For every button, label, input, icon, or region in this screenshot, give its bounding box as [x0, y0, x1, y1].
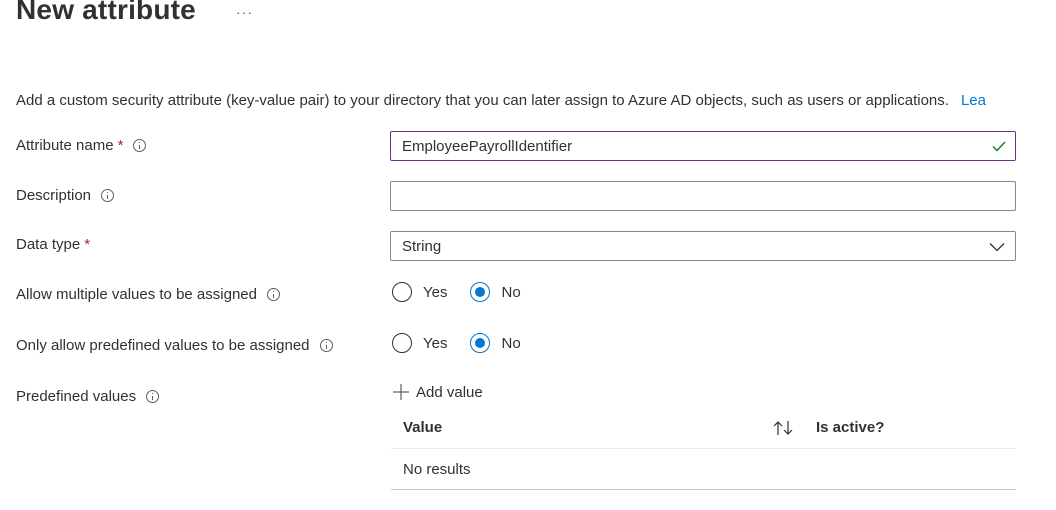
sort-icon[interactable]	[772, 420, 794, 436]
allow-multiple-label: Allow multiple values to be assigned	[16, 286, 280, 303]
add-value-button[interactable]: Add value	[392, 383, 483, 401]
info-icon[interactable]	[133, 139, 147, 152]
radio-label: Yes	[423, 334, 448, 352]
more-options-icon[interactable]: ···	[236, 4, 253, 20]
required-asterisk: *	[117, 137, 124, 154]
radio-label: No	[501, 334, 521, 352]
column-header-is-active[interactable]: Is active?	[816, 419, 884, 436]
attribute-name-label: Attribute name *	[16, 137, 147, 154]
radio-checked-icon	[470, 282, 491, 302]
check-icon	[992, 141, 1006, 152]
required-asterisk: *	[84, 236, 91, 253]
data-type-label-text: Data type	[16, 236, 81, 253]
page-title: New attribute	[16, 0, 196, 25]
info-icon[interactable]	[319, 339, 333, 352]
radio-label: No	[501, 283, 521, 301]
radio-unchecked-icon	[392, 282, 412, 302]
description-label: Description	[16, 187, 115, 204]
description-label-text: Description	[16, 187, 92, 204]
no-results-text: No results	[403, 461, 471, 478]
only-predefined-radio-group: Yes No	[392, 333, 544, 353]
radio-unchecked-icon	[392, 333, 412, 353]
table-body: No results	[391, 449, 1016, 490]
attribute-name-value: EmployeePayrollIdentifier	[402, 137, 573, 155]
info-icon[interactable]	[146, 390, 160, 403]
radio-label: Yes	[423, 283, 448, 301]
allow-multiple-no-radio[interactable]: No	[470, 282, 521, 302]
table-header: Value Is active?	[391, 410, 1016, 449]
allow-multiple-yes-radio[interactable]: Yes	[392, 282, 447, 302]
predefined-values-label: Predefined values	[16, 388, 160, 405]
learn-more-link[interactable]: Lea	[961, 92, 986, 109]
chevron-down-icon	[989, 243, 1005, 252]
data-type-value: String	[402, 237, 442, 255]
info-icon[interactable]	[266, 288, 280, 301]
attribute-name-label-text: Attribute name	[16, 137, 114, 154]
data-type-dropdown[interactable]: String	[390, 231, 1016, 261]
title-row: New attribute	[16, 0, 196, 26]
allow-multiple-radio-group: Yes No	[392, 282, 544, 302]
add-value-label: Add value	[416, 383, 483, 401]
column-header-value[interactable]: Value	[403, 419, 442, 436]
only-predefined-yes-radio[interactable]: Yes	[392, 333, 447, 353]
only-predefined-label-text: Only allow predefined values to be assig…	[16, 337, 310, 354]
attribute-name-input[interactable]: EmployeePayrollIdentifier	[390, 131, 1016, 161]
info-icon[interactable]	[101, 189, 115, 202]
allow-multiple-label-text: Allow multiple values to be assigned	[16, 286, 257, 303]
plus-icon	[393, 384, 409, 400]
intro-text: Add a custom security attribute (key-val…	[16, 92, 986, 109]
radio-checked-icon	[470, 333, 491, 353]
intro-description: Add a custom security attribute (key-val…	[16, 92, 949, 109]
only-predefined-no-radio[interactable]: No	[470, 333, 521, 353]
only-predefined-label: Only allow predefined values to be assig…	[16, 337, 333, 354]
new-attribute-page: New attribute ··· Add a custom security …	[0, 0, 1056, 510]
description-input[interactable]	[390, 181, 1016, 211]
data-type-label: Data type *	[16, 236, 90, 253]
predefined-values-table: Value Is active? No results	[391, 410, 1016, 490]
predefined-values-label-text: Predefined values	[16, 388, 137, 405]
